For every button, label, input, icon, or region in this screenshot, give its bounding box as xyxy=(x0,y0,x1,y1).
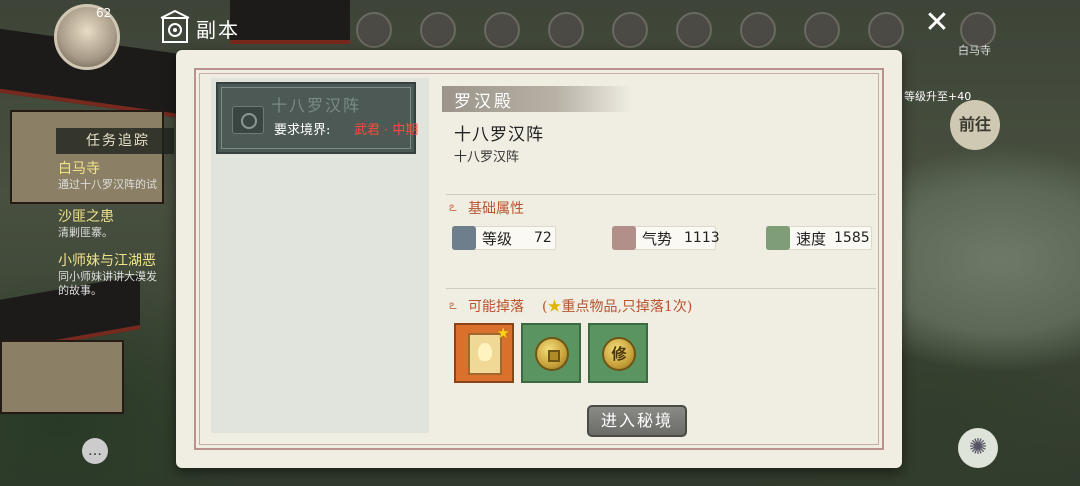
goto-button[interactable]: 前往 xyxy=(950,100,1000,150)
attribute-value: 1113 xyxy=(684,230,720,246)
menu-icon[interactable] xyxy=(868,12,904,48)
attribute-label: 等级 xyxy=(482,230,513,248)
divider xyxy=(446,288,876,289)
dungeon-dialog: 十八罗汉阵 要求境界: 武君 · 中期 罗汉殿 十八罗汉阵 十八罗汉阵 ఽ 基础… xyxy=(176,50,902,468)
attribute-value: 1585 xyxy=(834,230,870,246)
close-button[interactable]: ✕ xyxy=(922,8,952,38)
dungeon-card-selected[interactable]: 十八罗汉阵 要求境界: 武君 · 中期 xyxy=(216,82,419,154)
dungeon-requirement-label: 要求境界: xyxy=(274,123,331,138)
divider xyxy=(446,194,876,195)
menu-icon[interactable] xyxy=(804,12,840,48)
menu-icon[interactable] xyxy=(484,12,520,48)
location-name: 罗汉殿 xyxy=(454,92,514,112)
menu-icon[interactable] xyxy=(676,12,712,48)
menu-icon[interactable] xyxy=(740,12,776,48)
dungeon-subtitle: 十八罗汉阵 xyxy=(454,150,520,165)
menu-icon[interactable] xyxy=(356,12,392,48)
menu-icon[interactable] xyxy=(612,12,648,48)
dungeon-requirement-value: 武君 · 中期 xyxy=(354,123,419,138)
cultivation-coin-icon: 修 xyxy=(602,337,636,371)
cloud-swirl-icon: ఽ xyxy=(449,200,457,215)
attribute-value: 72 xyxy=(534,230,552,246)
player-level: 62 xyxy=(96,6,112,20)
drops-title: 可能掉落 xyxy=(468,299,524,315)
attribute-label: 速度 xyxy=(796,230,827,248)
task-item-title[interactable]: 小师妹与江湖恶 xyxy=(58,250,156,270)
attribute-label: 气势 xyxy=(642,230,673,248)
level-icon xyxy=(452,226,476,250)
chat-icon[interactable]: … xyxy=(82,438,108,464)
drop-item-manual[interactable]: ★ xyxy=(454,323,514,383)
cloud-swirl-icon: ఽ xyxy=(449,298,457,313)
attribute-level: 等级 72 xyxy=(452,226,556,250)
dungeon-gate-icon xyxy=(160,10,190,43)
attributes-title: 基础属性 xyxy=(468,201,524,217)
page-title: 副本 xyxy=(196,18,240,42)
momentum-icon xyxy=(612,226,636,250)
drop-item-cultivation[interactable]: 修 xyxy=(588,323,648,383)
menu-icon[interactable] xyxy=(420,12,456,48)
task-item-desc: 的故事。 xyxy=(58,284,102,297)
task-tracker-panel: 任务追踪 白马寺 通过十八罗汉阵的试 沙匪之患 清剿匪寨。 小师妹与江湖恶 同小… xyxy=(44,128,174,308)
key-item-star-icon: ★ xyxy=(496,324,510,342)
task-item-desc: 清剿匪寨。 xyxy=(58,226,113,239)
speed-icon xyxy=(766,226,790,250)
vortex-icon[interactable]: ✺ xyxy=(958,428,998,468)
coin-hole xyxy=(548,350,560,362)
task-tracker-heading[interactable]: 任务追踪 xyxy=(56,128,174,154)
upgrade-hint: 等级升至+40 xyxy=(904,90,972,103)
drops-note-text: 重点物品,只掉落1次) xyxy=(561,299,693,315)
attribute-momentum: 气势 1113 xyxy=(612,226,720,250)
attribute-speed: 速度 1585 xyxy=(766,226,872,250)
dungeon-card-title: 十八罗汉阵 xyxy=(270,96,361,115)
task-item-title[interactable]: 白马寺 xyxy=(58,158,100,178)
menu-icon[interactable] xyxy=(548,12,584,48)
drops-note: (★重点物品,只掉落1次) xyxy=(542,296,692,316)
task-item-title[interactable]: 沙匪之患 xyxy=(58,206,114,226)
baimasi-menu-label: 白马寺 xyxy=(958,44,991,57)
task-item-desc: 通过十八罗汉阵的试 xyxy=(58,178,157,191)
dungeon-name: 十八罗汉阵 xyxy=(454,125,544,145)
drop-item-coin[interactable] xyxy=(521,323,581,383)
enter-secret-realm-button[interactable]: 进入秘境 xyxy=(587,405,687,437)
copper-coin-icon xyxy=(535,337,569,371)
star-icon: ★ xyxy=(547,299,562,315)
